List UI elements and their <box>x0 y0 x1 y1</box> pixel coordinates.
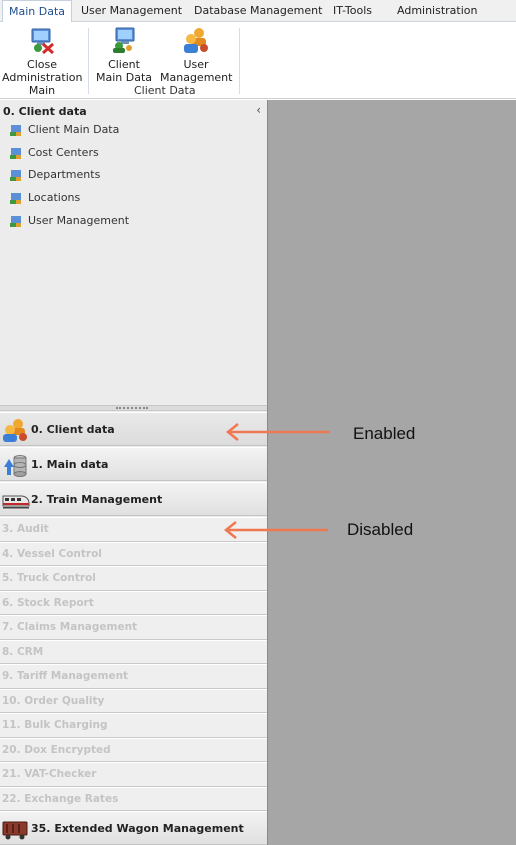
client-main-data-icon <box>110 26 138 54</box>
nav-button-extended-wagon-management[interactable]: 35. Extended Wagon Management <box>0 811 267 845</box>
workspace-area <box>267 100 516 845</box>
nav-button-dox-encrypted: 20. Dox Encrypted <box>0 737 267 762</box>
nav-button-bulk-charging: 11. Bulk Charging <box>0 713 267 738</box>
tab-administration[interactable]: Administration <box>397 0 478 22</box>
tree-item-label: Departments <box>28 168 101 181</box>
enabled-annotation: Enabled <box>353 424 416 443</box>
disabled-annotation: Disabled <box>347 520 414 539</box>
tab-user-management[interactable]: User Management <box>81 0 182 22</box>
tree-item-label: User Management <box>28 214 130 227</box>
close-admin-line3: Main <box>28 84 56 97</box>
tree-item-locations[interactable]: Locations <box>9 189 80 207</box>
panel-splitter[interactable] <box>0 405 267 411</box>
tab-main-data[interactable]: Main Data <box>2 0 73 23</box>
nav-button-exchange-rates: 22. Exchange Rates <box>0 786 267 811</box>
nav-button-stock-report: 6. Stock Report <box>0 590 267 615</box>
user-management-icon <box>9 215 22 228</box>
nav-label: 6. Stock Report <box>2 596 94 609</box>
nav-button-vessel-control: 4. Vessel Control <box>0 541 267 566</box>
user-management-icon <box>182 26 210 54</box>
tree-item-departments[interactable]: Departments <box>9 166 100 184</box>
client-main-data-line1: Client <box>108 58 140 71</box>
close-admin-line2: Administration <box>2 71 83 84</box>
nav-label: 11. Bulk Charging <box>2 719 108 731</box>
user-management-button[interactable]: User Management <box>160 26 232 84</box>
tree-item-client-main-data[interactable]: Client Main Data <box>9 121 119 139</box>
nav-button-order-quality: 10. Order Quality <box>0 688 267 713</box>
departments-icon <box>9 169 22 182</box>
tree-item-label: Locations <box>28 191 81 204</box>
nav-button-tariff-management: 9. Tariff Management <box>0 664 267 689</box>
nav-label: 8. CRM <box>2 645 44 658</box>
nav-label: 21. VAT-Checker <box>2 768 97 780</box>
user-management-line2: Management <box>160 71 233 84</box>
nav-button-train-management[interactable]: 2. Train Management <box>0 482 267 516</box>
nav-label: 9. Tariff Management <box>2 670 129 682</box>
client-data-icon <box>2 418 28 442</box>
nav-label: 10. Order Quality <box>2 694 105 707</box>
nav-label: 5. Truck Control <box>2 572 96 584</box>
nav-label: 0. Client data <box>31 423 115 436</box>
nav-label: 3. Audit <box>2 523 49 535</box>
collapse-panel-icon[interactable]: ‹ <box>256 103 261 117</box>
close-administration-button[interactable]: Close Administration Main <box>2 26 83 97</box>
splitter-grip-icon[interactable] <box>116 407 148 409</box>
nav-label: 1. Main data <box>31 458 109 471</box>
client-main-data-icon <box>9 124 22 137</box>
ribbon-separator <box>88 28 89 94</box>
client-main-data-button[interactable]: Client Main Data <box>94 26 154 84</box>
tab-it-tools[interactable]: IT-Tools <box>333 0 372 22</box>
tree-view: 0. Client data ‹ Client Main Data Cost C… <box>0 100 267 405</box>
disabled-arrow-icon <box>223 521 328 539</box>
tree-item-label: Client Main Data <box>28 123 120 136</box>
menu-bar: Main Data User Management Database Manag… <box>0 0 516 23</box>
close-admin-icon <box>28 26 56 55</box>
nav-label: 2. Train Management <box>31 493 163 506</box>
nav-label: 22. Exchange Rates <box>2 792 119 805</box>
tab-database-management[interactable]: Database Management <box>194 0 322 22</box>
close-admin-line1: Close <box>27 58 57 71</box>
tree-item-cost-centers[interactable]: Cost Centers <box>9 144 99 162</box>
navigation-panel: 0. Client data ‹ Client Main Data Cost C… <box>0 100 267 845</box>
nav-button-vat-checker: 21. VAT-Checker <box>0 762 267 787</box>
nav-button-main-data[interactable]: 1. Main data <box>0 447 267 481</box>
nav-label: 20. Dox Encrypted <box>2 743 111 756</box>
tree-title: 0. Client data <box>3 105 87 118</box>
nav-label: 7. Claims Management <box>2 621 138 633</box>
locations-icon <box>9 192 22 205</box>
train-icon <box>2 488 30 512</box>
ribbon: Close Administration Main Client Main Da… <box>0 22 516 99</box>
nav-button-crm: 8. CRM <box>0 639 267 664</box>
wagon-icon <box>2 817 28 841</box>
nav-button-claims-management: 7. Claims Management <box>0 615 267 640</box>
cost-centers-icon <box>9 147 22 160</box>
ribbon-group-label: Client Data <box>134 84 196 97</box>
nav-button-truck-control: 5. Truck Control <box>0 566 267 591</box>
tree-item-label: Cost Centers <box>28 146 99 159</box>
nav-label: 35. Extended Wagon Management <box>31 822 244 835</box>
tree-item-user-management[interactable]: User Management <box>9 212 129 230</box>
client-main-data-line2: Main Data <box>95 71 153 84</box>
user-management-line1: User <box>183 58 209 71</box>
main-data-icon <box>2 453 28 477</box>
enabled-arrow-icon <box>225 423 330 441</box>
ribbon-separator <box>239 28 240 94</box>
nav-label: 4. Vessel Control <box>2 547 102 560</box>
